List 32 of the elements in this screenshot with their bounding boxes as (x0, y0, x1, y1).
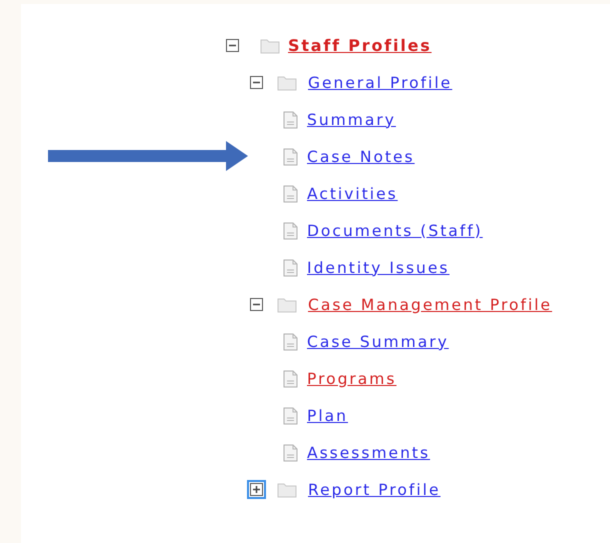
tree-link[interactable]: Programs (307, 370, 396, 388)
folder-icon (260, 37, 280, 54)
collapse-toggle[interactable] (250, 298, 263, 311)
tree-link[interactable]: Activities (307, 184, 398, 202)
collapse-toggle[interactable] (250, 76, 263, 89)
tree-link[interactable]: Report Profile (308, 480, 441, 498)
document-icon (283, 370, 298, 388)
document-icon (283, 258, 298, 276)
collapse-toggle[interactable] (226, 39, 239, 52)
folder-icon (277, 74, 297, 91)
tree-link[interactable]: Summary (307, 110, 396, 128)
tree-link[interactable]: Case Summary (307, 332, 449, 350)
tree-link[interactable]: General Profile (308, 74, 452, 92)
plus-icon (252, 485, 261, 494)
document-icon (283, 406, 298, 424)
tree-link[interactable]: Assessments (307, 444, 430, 462)
tree-link[interactable]: Documents (Staff) (307, 222, 483, 240)
folder-icon (277, 296, 297, 313)
document-icon (283, 332, 298, 350)
document-icon (283, 184, 298, 202)
expand-toggle[interactable] (250, 483, 263, 496)
tree-link[interactable]: Identity Issues (307, 258, 450, 276)
tree-link[interactable]: Staff Profiles (288, 36, 432, 55)
tree-link[interactable]: Case Management Profile (308, 296, 552, 314)
document-icon (283, 444, 298, 462)
tree-link[interactable]: Case Notes (307, 148, 415, 166)
folder-icon (277, 481, 297, 498)
document-icon (283, 110, 298, 128)
tree-link[interactable]: Plan (307, 406, 348, 424)
arrow-icon (48, 141, 248, 171)
document-icon (283, 148, 298, 166)
document-icon (283, 222, 298, 240)
